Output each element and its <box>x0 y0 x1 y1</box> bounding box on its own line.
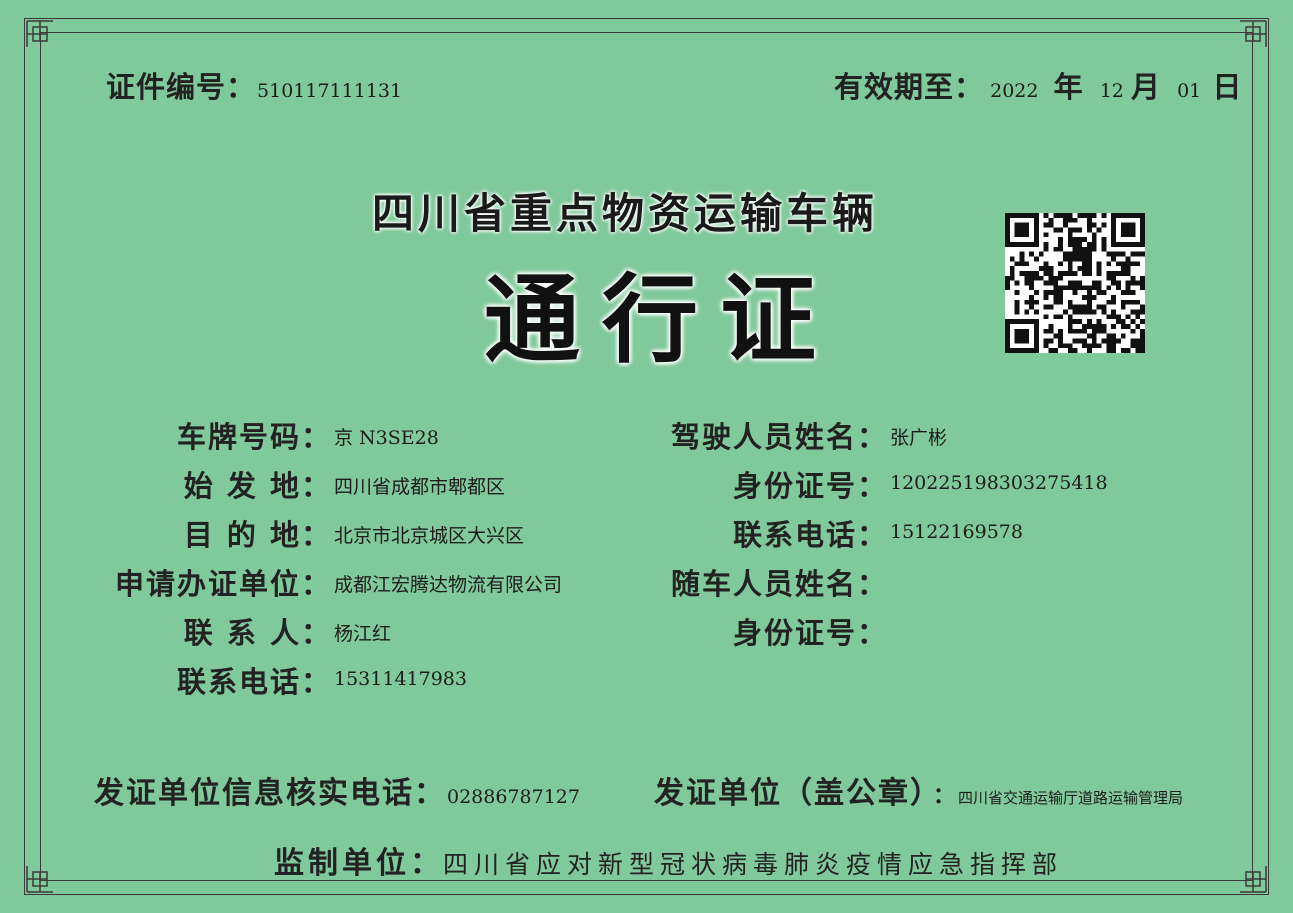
issuer: 发证单位（盖公章） ：四川省交通运输厅道路运输管理局 <box>654 768 1183 812</box>
year-char: 年 <box>1053 70 1085 104</box>
issuer-label: 发证单位（盖公章） <box>654 776 927 811</box>
driver-field-label: 随车人员姓名： <box>670 567 888 601</box>
inner-frame <box>40 32 1253 881</box>
title-line-1: 四川省重点物资运输车辆 <box>372 189 879 238</box>
corner-ornament-icon <box>1238 19 1268 49</box>
verify-phone-label: 发证单位信息核实电话 <box>94 776 414 811</box>
applicant-field-value: 杨江红 <box>334 623 392 645</box>
applicant-field-value: 15311417983 <box>334 668 467 690</box>
driver-field-value: 张广彬 <box>890 427 948 449</box>
applicant-field-label: 始 发 地： <box>183 469 332 503</box>
applicant-field-value: 北京市北京城区大兴区 <box>334 525 525 547</box>
cert-number-label: 证件编号 <box>106 70 227 104</box>
colon: ： <box>954 70 986 104</box>
applicant-field-label: 目 的 地： <box>183 518 332 552</box>
applicant-field-value: 成都江宏腾达物流有限公司 <box>334 574 563 596</box>
validity-date: 有效期至： 2022 年 12 月 01 日 <box>834 64 1243 106</box>
driver-field-label: 身份证号： <box>732 469 888 503</box>
driver-field-label: 驾驶人员姓名： <box>670 420 888 454</box>
driver-field-value: 15122169578 <box>890 521 1023 543</box>
colon: ： <box>933 784 959 809</box>
colon: ： <box>410 846 443 881</box>
validity-day: 01 <box>1177 80 1202 102</box>
colon: ： <box>226 70 258 104</box>
cert-number-value: 510117111131 <box>257 80 403 102</box>
validity-year: 2022 <box>990 80 1039 102</box>
cert-number: 证件编号：510117111131 <box>106 64 402 106</box>
supervisor: 监制单位：四川省应对新型冠状病毒肺炎疫情应急指挥部 <box>274 838 1063 882</box>
month-char: 月 <box>1130 70 1162 104</box>
applicant-field-label: 联系电话： <box>176 665 332 699</box>
validity-label: 有效期至 <box>834 70 955 104</box>
applicant-field-value: 京 N3SE28 <box>334 427 439 449</box>
supervisor-label: 监制单位 <box>274 846 410 881</box>
driver-field-label: 联系电话： <box>732 518 888 552</box>
applicant-field-label: 申请办证单位： <box>114 567 332 601</box>
driver-field-value: 120225198303275418 <box>890 472 1108 494</box>
validity-month: 12 <box>1099 80 1124 102</box>
applicant-field-label: 车牌号码： <box>176 420 332 454</box>
verify-phone: 发证单位信息核实电话：02886787127 <box>94 768 580 812</box>
issuer-value: 四川省交通运输厅道路运输管理局 <box>958 789 1184 807</box>
driver-field-label: 身份证号： <box>732 616 888 650</box>
corner-ornament-icon <box>25 19 55 49</box>
supervisor-value: 四川省应对新型冠状病毒肺炎疫情应急指挥部 <box>443 850 1064 879</box>
corner-ornament-icon <box>25 864 55 894</box>
corner-ornament-icon <box>1238 864 1268 894</box>
pass-certificate: 证件编号：510117111131 有效期至： 2022 年 12 月 01 日… <box>0 0 1293 913</box>
applicant-field-label: 联 系 人： <box>183 616 332 650</box>
day-char: 日 <box>1212 70 1244 104</box>
qr-code-icon <box>1005 213 1145 353</box>
colon: ： <box>414 776 447 811</box>
title-line-2: 通行证 <box>484 264 838 376</box>
applicant-field-value: 四川省成都市郫都区 <box>334 476 506 498</box>
verify-phone-value: 02886787127 <box>447 786 580 808</box>
